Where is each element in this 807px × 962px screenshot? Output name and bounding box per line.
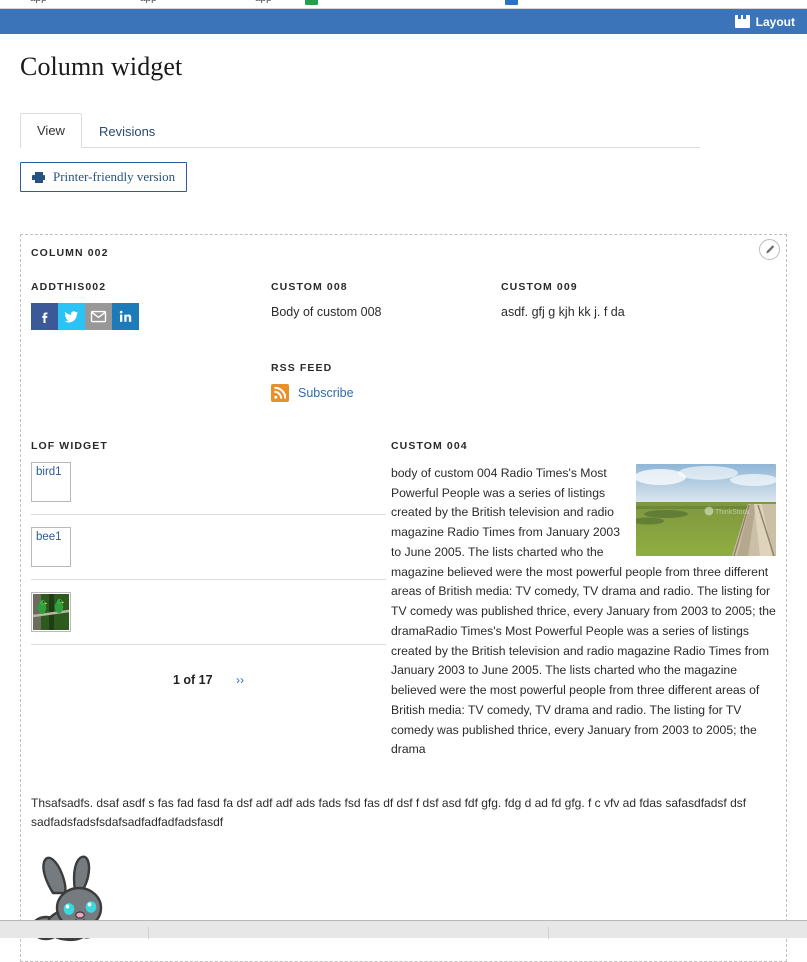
list-item: bee1 <box>31 526 386 580</box>
second-columns-row: LOF Widget bird1 bee1 <box>31 440 776 760</box>
edit-region-button[interactable] <box>759 239 780 260</box>
tab-view[interactable]: View <box>20 113 82 148</box>
footer-strip <box>0 920 807 939</box>
email-share-button[interactable] <box>85 303 112 330</box>
linkedin-share-button[interactable] <box>112 303 139 330</box>
twitter-icon <box>64 311 78 323</box>
layout-button[interactable]: Layout <box>733 13 797 31</box>
column-custom-009: Custom 009 asdf. gfj g kjh kk j. f da <box>501 281 776 402</box>
admin-toolbar: Layout <box>0 9 807 34</box>
boardwalk-marsh-image: ThinkStock <box>636 463 776 556</box>
custom-004-label: Custom 004 <box>391 439 468 452</box>
custom-009-body: asdf. gfj g kjh kk j. f da <box>501 305 625 319</box>
list-item: bird1 <box>31 461 386 515</box>
pager-status: 1 of 17 <box>172 672 213 687</box>
column-layout-region: Column 002 Addthis002 <box>20 234 787 962</box>
custom-009-label: Custom 009 <box>501 281 578 293</box>
addthis-label: Addthis002 <box>31 281 107 293</box>
bookmark-tile-green[interactable] <box>305 0 318 5</box>
bookmark-tile-blue[interactable] <box>505 0 518 5</box>
lof-widget-label: LOF Widget <box>31 439 108 452</box>
lof-pager: 1 of 17 ›› <box>31 673 386 687</box>
bookmark-item[interactable]: app <box>255 0 272 4</box>
column-custom-008: Custom 008 Body of custom 008 RSS Feed S… <box>271 281 501 402</box>
svg-text:ThinkStock: ThinkStock <box>715 509 750 516</box>
footer-seam <box>548 927 549 939</box>
custom-008-body: Body of custom 008 <box>271 305 382 319</box>
lof-item-parrots-thumbnail[interactable] <box>31 591 71 632</box>
linkedin-icon <box>119 310 132 322</box>
email-icon <box>90 310 107 323</box>
printer-icon <box>32 171 45 183</box>
bottom-free-text: Thsafsadfs. dsaf asdf s fas fad fasd fa … <box>31 796 747 829</box>
facebook-share-button[interactable] <box>31 303 58 330</box>
page-title: Column widget <box>20 52 183 81</box>
lof-item-bird1[interactable]: bird1 <box>31 461 71 502</box>
browser-bookmark-bar: app app app <box>0 0 807 9</box>
top-columns-row: Addthis002 <box>31 281 776 402</box>
rss-subscribe-link[interactable]: Subscribe <box>298 386 354 400</box>
footer-seam <box>148 927 149 939</box>
custom-008-label: Custom 008 <box>271 281 348 293</box>
region-label: Column 002 <box>31 247 109 259</box>
tab-revisions[interactable]: Revisions <box>82 114 172 148</box>
tab-bar: View Revisions <box>20 112 700 148</box>
lof-item-bee1[interactable]: bee1 <box>31 526 71 567</box>
rss-subscribe-row[interactable]: Subscribe <box>271 383 501 402</box>
bookmark-item[interactable]: app <box>140 0 157 4</box>
page-body: Column widget View Revisions Printer-fri… <box>0 52 807 962</box>
lof-widget: LOF Widget bird1 bee1 <box>31 440 386 760</box>
twitter-share-button[interactable] <box>58 303 85 330</box>
facebook-icon <box>41 312 47 323</box>
list-item <box>31 591 386 645</box>
bookmark-item[interactable]: app <box>30 0 47 4</box>
custom-004-block: Custom 004 <box>386 440 776 760</box>
printer-friendly-button[interactable]: Printer-friendly version <box>20 162 188 192</box>
layout-icon <box>734 15 750 28</box>
rss-feed-block: RSS Feed Subscribe <box>271 362 501 402</box>
parrots-thumbnail-image <box>32 593 70 630</box>
rss-icon <box>271 383 289 402</box>
pencil-icon <box>765 244 774 253</box>
layout-button-label: Layout <box>755 14 795 29</box>
pager-next-button[interactable]: ›› <box>236 673 244 687</box>
rss-feed-label: RSS Feed <box>271 361 333 374</box>
addthis-buttons <box>31 303 271 330</box>
column-addthis: Addthis002 <box>31 281 271 402</box>
printer-friendly-label: Printer-friendly version <box>53 169 176 184</box>
